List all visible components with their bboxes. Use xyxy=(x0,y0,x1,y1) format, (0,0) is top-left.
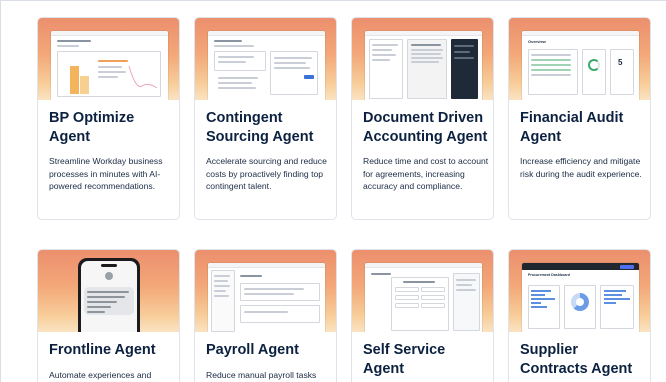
agent-card-grid: BP Optimize Agent Streamline Workday bus… xyxy=(37,17,651,382)
card-thumbnail xyxy=(38,250,179,332)
card-title-line: Payroll Agent xyxy=(206,342,299,358)
card-title: Document Driven Accounting Agent xyxy=(363,109,488,147)
card-title-line: Contracts Agent xyxy=(520,361,633,377)
dashboard-heading: Procurement Dashboard xyxy=(528,273,570,277)
document-accounting-screenshot xyxy=(365,31,482,100)
card-payroll-agent[interactable]: Payroll Agent Reduce manual payroll task… xyxy=(194,249,337,382)
audit-count-value: 5 xyxy=(618,58,623,67)
phone-mockup xyxy=(78,258,140,332)
card-title-line: Document Driven xyxy=(363,110,484,126)
card-description: Accelerate sourcing and reduce costs by … xyxy=(206,156,327,191)
card-frontline-agent[interactable]: Frontline Agent Automate experiences and xyxy=(37,249,180,382)
contingent-sourcing-screenshot xyxy=(208,31,325,100)
card-financial-audit-agent[interactable]: Overview 5 Financial Audit Agent Increas… xyxy=(508,17,651,220)
card-title: Frontline Agent xyxy=(49,341,174,360)
card-title: Contingent Sourcing Agent xyxy=(206,109,331,147)
card-title-line: Frontline Agent xyxy=(49,342,156,358)
card-thumbnail: Overview 5 xyxy=(509,18,650,100)
card-title-line: Sourcing Agent xyxy=(206,129,314,145)
card-thumbnail xyxy=(195,250,336,332)
card-description: Automate experiences and xyxy=(49,370,152,380)
card-title-line: Contingent xyxy=(206,110,283,126)
card-supplier-contracts-agent[interactable]: Procurement Dashboard Supplier Contracts… xyxy=(508,249,651,382)
card-title-line: Agent xyxy=(520,129,562,145)
card-description: Increase efficiency and mitigate risk du… xyxy=(520,156,642,179)
page-frame: BP Optimize Agent Streamline Workday bus… xyxy=(0,0,666,382)
card-thumbnail xyxy=(352,18,493,100)
card-description: Reduce time and cost to account for agre… xyxy=(363,156,489,191)
card-title: Payroll Agent xyxy=(206,341,331,360)
self-service-screenshot xyxy=(365,263,482,332)
card-bp-optimize-agent[interactable]: BP Optimize Agent Streamline Workday bus… xyxy=(37,17,180,220)
card-title-line: Agent xyxy=(363,361,405,377)
card-title-line: Agent xyxy=(49,129,91,145)
card-thumbnail xyxy=(352,250,493,332)
card-contingent-sourcing-agent[interactable]: Contingent Sourcing Agent Accelerate sou… xyxy=(194,17,337,220)
card-thumbnail xyxy=(195,18,336,100)
card-description: Streamline Workday business processes in… xyxy=(49,156,163,191)
card-title-line: Accounting Agent xyxy=(363,129,488,145)
card-title: Financial Audit Agent xyxy=(520,109,645,147)
card-thumbnail: Procurement Dashboard xyxy=(509,250,650,332)
card-title: BP Optimize Agent xyxy=(49,109,174,147)
bp-optimize-screenshot xyxy=(51,31,168,100)
card-title-line: BP Optimize xyxy=(49,110,135,126)
card-title: Self Service Agent xyxy=(363,341,488,379)
supplier-contracts-screenshot: Procurement Dashboard xyxy=(522,263,639,332)
card-title: Supplier Contracts Agent xyxy=(520,341,645,379)
card-title-line: Financial Audit xyxy=(520,110,624,126)
avatar xyxy=(105,272,113,280)
card-title-line: Supplier xyxy=(520,342,579,358)
card-document-driven-accounting-agent[interactable]: Document Driven Accounting Agent Reduce … xyxy=(351,17,494,220)
card-title-line: Self Service xyxy=(363,342,446,358)
card-description: Reduce manual payroll tasks xyxy=(206,370,317,380)
card-thumbnail xyxy=(38,18,179,100)
card-self-service-agent[interactable]: Self Service Agent xyxy=(351,249,494,382)
financial-audit-screenshot: Overview 5 xyxy=(522,31,639,100)
overview-heading: Overview xyxy=(528,39,546,44)
message-bubble xyxy=(84,287,134,315)
payroll-screenshot xyxy=(208,263,325,332)
